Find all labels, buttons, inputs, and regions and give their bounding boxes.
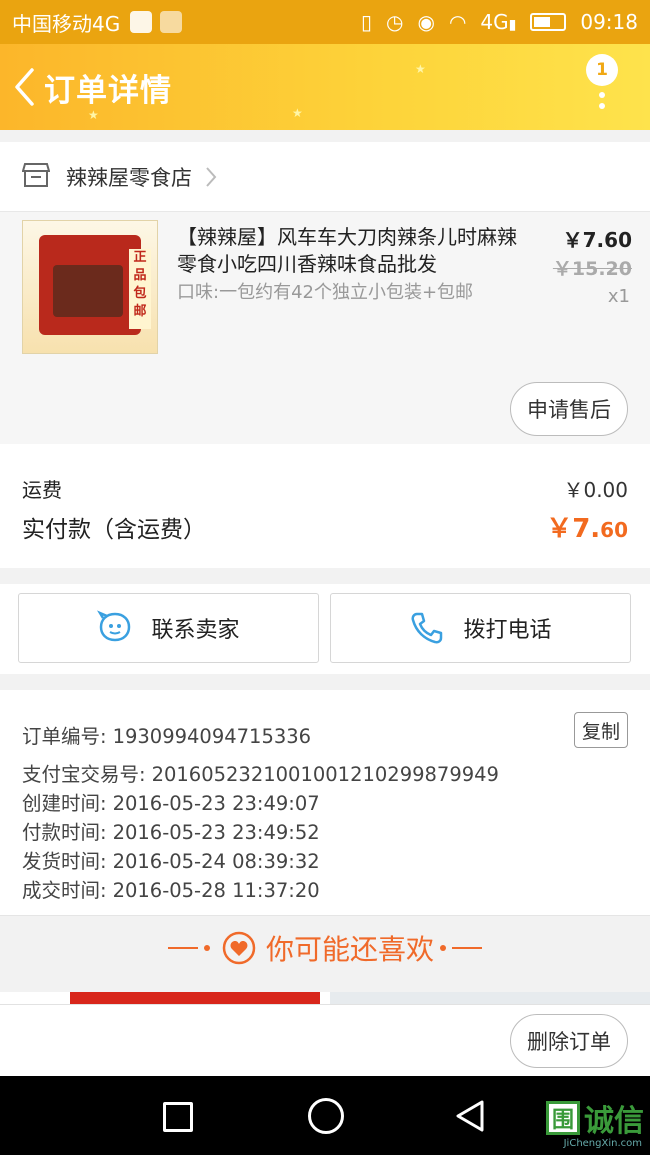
fee-summary: 运费 ￥0.00 实付款（含运费） ￥7.60 xyxy=(0,444,650,568)
store-icon xyxy=(21,162,51,192)
wifi-icon: ◠ xyxy=(448,10,467,34)
order-number-label: 订单编号: xyxy=(22,725,107,748)
home-icon[interactable] xyxy=(308,1098,344,1134)
paid-time-label: 付款时间: xyxy=(22,821,107,844)
heart-icon xyxy=(222,931,256,965)
carrier-label: 中国移动4G xyxy=(12,11,121,36)
alipay-number-row: 支付宝交易号: 2016052321001001210299879949 xyxy=(22,758,499,787)
more-vertical-icon xyxy=(599,92,605,114)
contact-section: 联系卖家 拨打电话 xyxy=(0,584,650,674)
phone-icon xyxy=(411,612,443,644)
shipped-time-value: 2016-05-24 08:39:32 xyxy=(112,850,320,873)
sparkle-icon: ★ xyxy=(88,108,99,122)
notification-icons xyxy=(130,11,183,33)
created-time-label: 创建时间: xyxy=(22,792,107,815)
image-notification-icon xyxy=(160,11,183,33)
product-title: 【辣辣屋】风车车大刀肉辣条儿时麻辣零食小吃四川香辣味食品批发 xyxy=(177,225,517,276)
recommend-title: 你可能还喜欢 xyxy=(265,933,434,966)
divider-line xyxy=(452,947,482,949)
order-info: 订单编号: 1930994094715336 复制 支付宝交易号: 20160523… xyxy=(0,690,650,916)
shipped-time-row: 发货时间: 2016-05-24 08:39:32 xyxy=(22,845,320,874)
product-variant: 口味:一包约有42个独立小包装+包邮 xyxy=(177,282,474,303)
call-phone-button[interactable]: 拨打电话 xyxy=(330,593,631,663)
more-menu-icon[interactable]: 1 xyxy=(584,54,624,114)
watermark-text: 诚信 xyxy=(584,1104,644,1139)
chat-bubble-icon xyxy=(97,610,131,642)
status-bar: 中国移动4G ▯ ◷ ◉ ◠ 4G▮ 09:18 xyxy=(0,0,650,44)
completed-time-label: 成交时间: xyxy=(22,879,107,902)
eye-icon: ◉ xyxy=(417,10,435,34)
watermark-subtext: JiChengXin.com xyxy=(563,1138,642,1149)
delete-order-button[interactable]: 删除订单 xyxy=(510,1014,628,1068)
alarm-icon: ◷ xyxy=(386,10,404,34)
sparkle-icon: ★ xyxy=(292,106,303,120)
network-type: 4G xyxy=(480,10,509,34)
total-main: ￥7. xyxy=(546,514,601,544)
completed-time-row: 成交时间: 2016-05-28 11:37:20 xyxy=(22,874,320,903)
qq-icon xyxy=(130,11,153,33)
order-number-row: 订单编号: 1930994094715336 xyxy=(22,720,311,749)
notification-badge: 1 xyxy=(586,54,618,86)
app-header: 订单详情 ★ ★ ★ 1 xyxy=(0,44,650,130)
product-bag-image xyxy=(39,235,141,335)
back-triangle-icon[interactable] xyxy=(452,1098,488,1134)
contact-seller-button[interactable]: 联系卖家 xyxy=(18,593,319,663)
product-tag: 正品包邮 xyxy=(129,249,151,329)
divider-line xyxy=(167,947,198,949)
alipay-number-value: 2016052321001001210299879949 xyxy=(151,763,499,786)
product-thumbnail: 正品包邮 xyxy=(22,220,158,354)
call-phone-label: 拨打电话 xyxy=(463,618,552,643)
watermark-logo-mark: 围 xyxy=(546,1101,580,1135)
bottom-action-bar: 删除订单 xyxy=(0,1004,650,1076)
completed-time-value: 2016-05-28 11:37:20 xyxy=(112,879,320,902)
shop-row[interactable]: 辣辣屋零食店 xyxy=(0,142,650,212)
total-paid-label: 实付款（含运费） xyxy=(22,517,206,543)
page-title: 订单详情 xyxy=(44,72,172,109)
clock: 09:18 xyxy=(580,10,638,34)
recent-apps-icon[interactable] xyxy=(163,1102,193,1132)
created-time-value: 2016-05-23 23:49:07 xyxy=(112,792,320,815)
contact-seller-label: 联系卖家 xyxy=(151,618,240,643)
divider-dot xyxy=(440,945,446,951)
apply-aftersale-button[interactable]: 申请售后 xyxy=(510,382,628,436)
vibrate-icon: ▯ xyxy=(361,10,373,34)
alipay-number-label: 支付宝交易号: xyxy=(22,763,146,786)
system-nav-bar: 围 诚信 JiChengXin.com xyxy=(0,1076,650,1155)
divider-dot xyxy=(203,945,210,951)
created-time-row: 创建时间: 2016-05-23 23:49:07 xyxy=(22,787,320,816)
battery-icon xyxy=(530,13,567,31)
signal-icon: 4G▮ xyxy=(480,10,517,34)
shipping-label: 运费 xyxy=(22,478,62,502)
chevron-right-icon xyxy=(206,166,217,187)
product-quantity: x1 xyxy=(607,286,630,307)
total-cents: 60 xyxy=(600,518,628,542)
shop-name: 辣辣屋零食店 xyxy=(66,165,192,190)
copy-button[interactable]: 复制 xyxy=(574,712,628,748)
status-right: ▯ ◷ ◉ ◠ 4G▮ 09:18 xyxy=(361,10,638,34)
back-icon[interactable] xyxy=(4,44,44,130)
paid-time-value: 2016-05-23 23:49:52 xyxy=(112,821,320,844)
product-price: ￥7.60 xyxy=(562,228,632,252)
order-number-value: 1930994094715336 xyxy=(112,725,312,748)
sparkle-icon: ★ xyxy=(415,62,426,76)
product-item[interactable]: 正品包邮 【辣辣屋】风车车大刀肉辣条儿时麻辣零食小吃四川香辣味食品批发 口味:一… xyxy=(0,212,650,444)
product-original-price: ￥15.20 xyxy=(552,258,632,280)
shipped-time-label: 发货时间: xyxy=(22,850,107,873)
paid-time-row: 付款时间: 2016-05-23 23:49:52 xyxy=(22,816,320,845)
shipping-value: ￥0.00 xyxy=(563,478,628,502)
total-paid-value: ￥7.60 xyxy=(546,508,628,545)
recommend-header: 你可能还喜欢 xyxy=(0,918,650,978)
watermark-logo: 围 诚信 JiChengXin.com xyxy=(546,1096,644,1149)
